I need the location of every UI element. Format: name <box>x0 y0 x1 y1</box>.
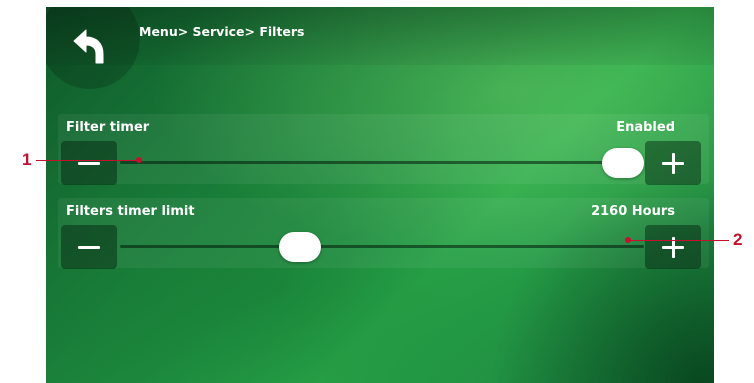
minus-icon <box>78 162 100 165</box>
slider-track[interactable] <box>120 245 644 248</box>
decrease-button[interactable] <box>61 225 117 269</box>
back-arrow-icon <box>73 29 104 64</box>
increase-button[interactable] <box>645 225 701 269</box>
slider-thumb[interactable] <box>602 148 644 178</box>
back-button[interactable] <box>46 7 140 89</box>
setting-value: 2160 Hours <box>591 204 675 219</box>
setting-label: Filters timer limit <box>66 204 195 219</box>
header-bar: Menu> Service> Filters <box>46 7 714 89</box>
setting-row-filters-timer-limit: Filters timer limit 2160 Hours <box>58 198 709 269</box>
callout-dot-1 <box>136 157 142 163</box>
setting-row-filter-timer: Filter timer Enabled <box>58 114 709 185</box>
decrease-button[interactable] <box>61 141 117 185</box>
filters-screen: Menu> Service> Filters Filter timer Enab… <box>46 7 714 383</box>
setting-label: Filter timer <box>66 120 150 135</box>
callout-dot-2 <box>625 237 631 243</box>
callout-label-2: 2 <box>733 230 743 249</box>
setting-value: Enabled <box>616 120 675 135</box>
minus-icon <box>78 246 100 249</box>
slider-thumb[interactable] <box>279 232 322 262</box>
slider-track[interactable] <box>120 161 644 164</box>
callout-line-1 <box>36 160 138 161</box>
breadcrumb: Menu> Service> Filters <box>139 24 305 39</box>
callout-line-2 <box>629 240 729 241</box>
callout-label-1: 1 <box>22 150 32 169</box>
increase-button[interactable] <box>645 141 701 185</box>
